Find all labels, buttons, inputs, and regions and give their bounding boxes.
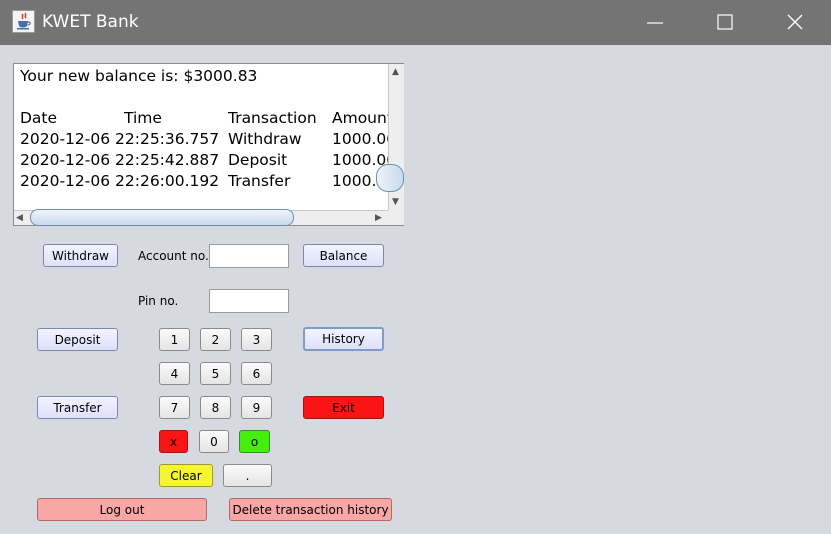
deposit-button[interactable]: Deposit — [37, 328, 118, 351]
keypad-0[interactable]: 0 — [199, 430, 229, 453]
keypad-cancel-button[interactable]: x — [159, 430, 188, 453]
scroll-corner — [388, 210, 404, 225]
keypad-ok-button[interactable]: o — [239, 430, 270, 453]
maximize-icon — [717, 14, 733, 30]
close-button[interactable] — [760, 0, 830, 45]
keypad-1[interactable]: 1 — [159, 328, 190, 351]
header-time: Time — [124, 109, 162, 127]
header-amount: Amount — [332, 109, 393, 127]
pin-label: Pin no. — [138, 294, 179, 308]
row-transaction: Transfer — [228, 172, 291, 190]
row-transaction: Withdraw — [228, 130, 302, 148]
vertical-scroll-thumb[interactable] — [376, 164, 404, 192]
row-datetime: 2020-12-06 22:26:00.192 — [20, 172, 220, 190]
close-icon — [787, 14, 803, 30]
logout-button[interactable]: Log out — [37, 498, 207, 521]
keypad-4[interactable]: 4 — [159, 362, 190, 385]
header-transaction: Transaction — [228, 109, 317, 127]
header-date: Date — [20, 109, 58, 127]
scroll-right-icon[interactable]: ▶ — [375, 213, 382, 223]
keypad-5[interactable]: 5 — [200, 362, 231, 385]
keypad-9[interactable]: 9 — [241, 396, 272, 419]
window-title: KWET Bank — [42, 12, 139, 32]
keypad-3[interactable]: 3 — [241, 328, 272, 351]
row-transaction: Deposit — [228, 151, 288, 169]
scroll-down-icon[interactable]: ▼ — [392, 197, 399, 207]
withdraw-button[interactable]: Withdraw — [43, 244, 118, 267]
scroll-left-icon[interactable]: ◀ — [16, 213, 23, 223]
keypad-2[interactable]: 2 — [200, 328, 231, 351]
row-datetime: 2020-12-06 22:25:36.757 — [20, 130, 220, 148]
account-label: Account no. — [138, 249, 209, 263]
maximize-button[interactable] — [690, 0, 760, 45]
scroll-up-icon[interactable]: ▲ — [392, 67, 399, 77]
exit-button[interactable]: Exit — [303, 396, 384, 419]
pin-number-input[interactable] — [209, 289, 289, 313]
horizontal-scroll-thumb[interactable] — [30, 209, 294, 226]
keypad-dot[interactable]: . — [223, 464, 272, 487]
row-amount: 1000.00 — [332, 130, 397, 148]
delete-history-button[interactable]: Delete transaction history — [229, 498, 392, 521]
keypad-8[interactable]: 8 — [200, 396, 231, 419]
keypad-6[interactable]: 6 — [241, 362, 272, 385]
account-number-input[interactable] — [209, 244, 289, 268]
minimize-button[interactable] — [620, 0, 690, 45]
keypad-7[interactable]: 7 — [159, 396, 190, 419]
history-button[interactable]: History — [303, 327, 384, 351]
title-bar: KWET Bank — [0, 0, 831, 45]
java-cup-icon — [12, 10, 35, 33]
balance-button[interactable]: Balance — [303, 244, 384, 267]
balance-line: Your new balance is: $3000.83 — [20, 67, 258, 85]
transfer-button[interactable]: Transfer — [37, 396, 118, 419]
row-datetime: 2020-12-06 22:25:42.887 — [20, 151, 220, 169]
minimize-icon — [647, 22, 663, 24]
transaction-output[interactable]: Your new balance is: $3000.83 Date Time … — [13, 63, 404, 226]
clear-button[interactable]: Clear — [159, 464, 213, 487]
